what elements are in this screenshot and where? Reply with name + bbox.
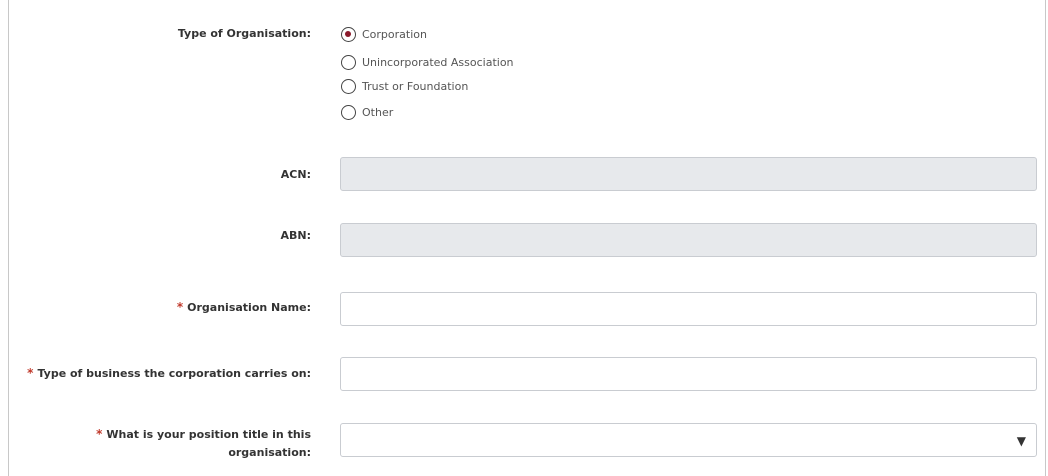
radio-unincorporated-association[interactable]: Unincorporated Association xyxy=(341,52,514,72)
business-type-label: * Type of business the corporation carrie… xyxy=(27,364,311,383)
required-marker: * xyxy=(27,366,34,380)
position-label: * What is your position title in this org… xyxy=(96,425,311,462)
position-label-line2: organisation: xyxy=(228,446,311,459)
required-marker: * xyxy=(176,300,184,314)
radio-button[interactable] xyxy=(341,104,356,120)
abn-field xyxy=(340,223,1037,257)
business-type-label-text: Type of business the corporation carries… xyxy=(37,367,311,380)
radio-button[interactable] xyxy=(341,78,356,94)
org-type-label: Type of Organisation: xyxy=(177,27,311,40)
radio-label: Other xyxy=(362,105,394,119)
acn-label: ACN: xyxy=(280,168,311,181)
radio-label: Unincorporated Association xyxy=(362,55,514,69)
position-select[interactable]: ▼ xyxy=(340,423,1037,457)
radio-button[interactable] xyxy=(341,26,356,42)
required-marker: * xyxy=(96,427,103,441)
acn-field xyxy=(340,157,1037,191)
radio-label: Trust or Foundation xyxy=(362,79,469,93)
org-name-label: * Organisation Name: xyxy=(177,298,311,317)
position-label-line1: What is your position title in this xyxy=(106,428,311,441)
radio-button[interactable] xyxy=(341,54,356,70)
abn-label: ABN: xyxy=(280,229,311,242)
radio-label: Corporation xyxy=(362,27,427,41)
business-type-input[interactable] xyxy=(340,357,1037,391)
org-name-input[interactable] xyxy=(340,292,1037,326)
chevron-down-icon[interactable]: ▼ xyxy=(1017,434,1026,448)
org-name-label-text: Organisation Name: xyxy=(187,301,311,314)
radio-corporation[interactable]: Corporation xyxy=(341,24,427,44)
radio-trust-or-foundation[interactable]: Trust or Foundation xyxy=(341,76,468,96)
radio-other[interactable]: Other xyxy=(341,102,393,122)
